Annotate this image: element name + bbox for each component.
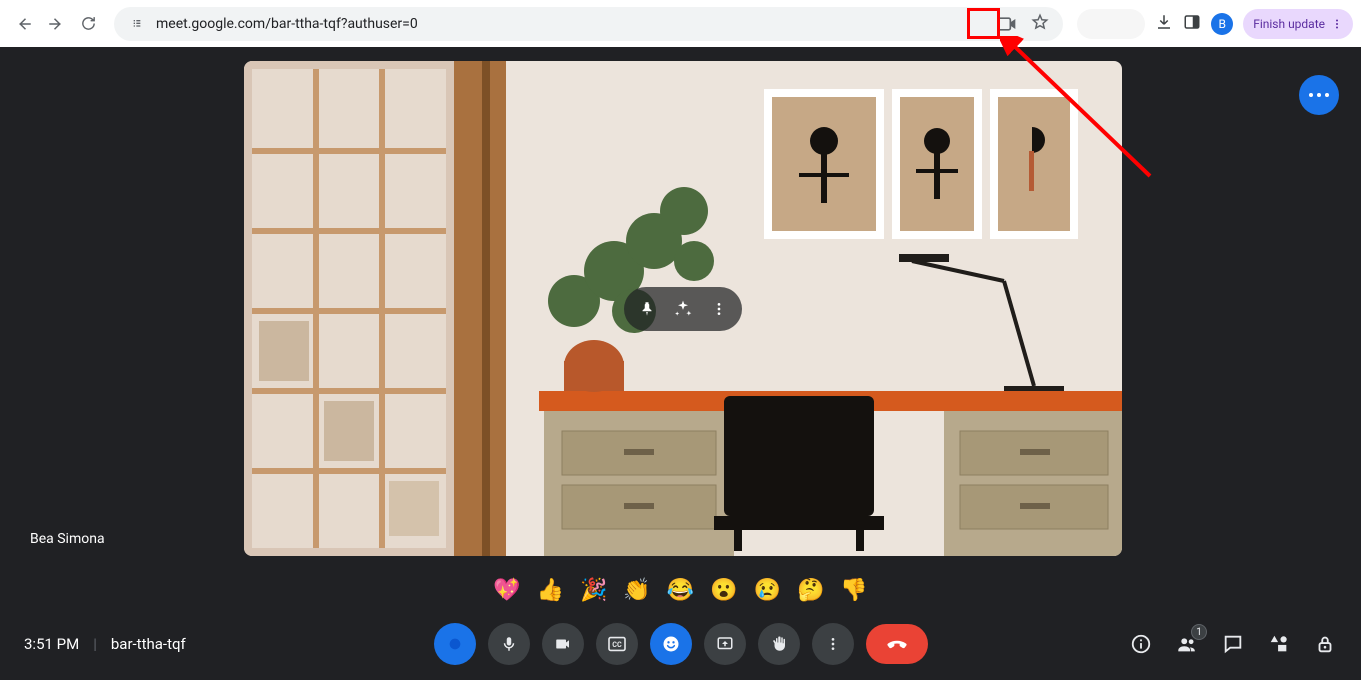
- smile-icon: [661, 634, 681, 654]
- people-count-badge: 1: [1191, 624, 1207, 640]
- participant-name: Bea Simona: [30, 531, 105, 547]
- self-preview-button[interactable]: [434, 623, 476, 665]
- arrow-left-icon: [15, 15, 33, 33]
- activities-button[interactable]: [1267, 632, 1291, 656]
- microphone-button[interactable]: [488, 623, 530, 665]
- clock-text: 3:51 PM: [24, 635, 79, 653]
- site-settings-icon[interactable]: [128, 15, 146, 33]
- pin-icon[interactable]: [636, 298, 658, 320]
- meeting-code-text: bar-ttha-tqf: [111, 635, 186, 653]
- meeting-details-button[interactable]: [1129, 632, 1153, 656]
- bookmark-star-icon[interactable]: [1031, 13, 1049, 35]
- reload-button[interactable]: [72, 8, 104, 40]
- meeting-info-block: 3:51 PM | bar-ttha-tqf: [24, 635, 186, 653]
- effects-sparkle-icon[interactable]: [672, 298, 694, 320]
- people-button[interactable]: 1: [1175, 632, 1199, 656]
- downloads-icon[interactable]: [1155, 13, 1173, 35]
- cc-icon: CC: [607, 636, 627, 652]
- call-controls: CC: [434, 623, 928, 665]
- main-video-tile[interactable]: [244, 61, 1122, 556]
- side-panel-icon[interactable]: [1183, 13, 1201, 35]
- captions-button[interactable]: CC: [596, 623, 638, 665]
- profile-avatar[interactable]: B: [1211, 13, 1233, 35]
- more-controls-button[interactable]: [812, 623, 854, 665]
- more-vertical-icon: [825, 636, 841, 652]
- reaction-laugh[interactable]: 😂: [667, 578, 694, 603]
- reaction-wow[interactable]: 😮: [710, 578, 737, 603]
- reaction-clap[interactable]: 👏: [623, 578, 650, 603]
- url-text: meet.google.com/bar-ttha-tqf?authuser=0: [156, 16, 418, 32]
- right-panel-controls: 1: [1129, 632, 1337, 656]
- more-vertical-icon: [1331, 18, 1343, 30]
- svg-text:CC: CC: [612, 640, 622, 649]
- shapes-icon: [1268, 633, 1290, 655]
- tile-more-icon[interactable]: [708, 298, 730, 320]
- raise-hand-button[interactable]: [758, 623, 800, 665]
- reaction-party[interactable]: 🎉: [580, 578, 607, 603]
- emoji-reactions-button[interactable]: [650, 623, 692, 665]
- back-button[interactable]: [8, 8, 40, 40]
- camera-permission-icon[interactable]: [993, 12, 1021, 36]
- meet-stage: Bea Simona 💖 👍 🎉 👏 😂 😮 😢 🤔 👎 3:51 PM | b…: [0, 47, 1361, 680]
- reaction-sad[interactable]: 😢: [754, 578, 781, 603]
- finish-update-label: Finish update: [1253, 17, 1325, 31]
- arrow-right-icon: [47, 15, 65, 33]
- camera-icon: [554, 635, 572, 653]
- mic-icon: [500, 635, 518, 653]
- camera-button[interactable]: [542, 623, 584, 665]
- browser-toolbar: meet.google.com/bar-ttha-tqf?authuser=0 …: [0, 0, 1361, 47]
- bottom-bar: 3:51 PM | bar-ttha-tqf CC: [0, 608, 1361, 680]
- separator: |: [93, 635, 97, 653]
- present-screen-button[interactable]: [704, 623, 746, 665]
- chat-button[interactable]: [1221, 632, 1245, 656]
- reactions-bar: 💖 👍 🎉 👏 😂 😮 😢 🤔 👎: [493, 578, 868, 603]
- info-icon: [1130, 633, 1152, 655]
- reaction-thumbsup[interactable]: 👍: [537, 578, 564, 603]
- more-options-fab[interactable]: [1299, 75, 1339, 115]
- toolbar-right: B Finish update: [1073, 9, 1353, 39]
- host-controls-button[interactable]: [1313, 632, 1337, 656]
- reload-icon: [80, 15, 97, 32]
- reaction-heart[interactable]: 💖: [493, 578, 520, 603]
- present-icon: [716, 635, 734, 653]
- lock-icon: [1314, 633, 1336, 655]
- hand-icon: [770, 635, 788, 653]
- forward-button[interactable]: [40, 8, 72, 40]
- chat-icon: [1222, 633, 1244, 655]
- leave-call-button[interactable]: [866, 624, 928, 664]
- address-bar[interactable]: meet.google.com/bar-ttha-tqf?authuser=0: [114, 7, 1063, 41]
- reaction-think[interactable]: 🤔: [797, 578, 824, 603]
- circle-icon: [447, 636, 463, 652]
- reaction-thumbsdown[interactable]: 👎: [840, 578, 867, 603]
- hangup-icon: [884, 631, 910, 657]
- extension-placeholder[interactable]: [1077, 9, 1145, 39]
- finish-update-button[interactable]: Finish update: [1243, 9, 1353, 39]
- tile-actions: [624, 287, 742, 331]
